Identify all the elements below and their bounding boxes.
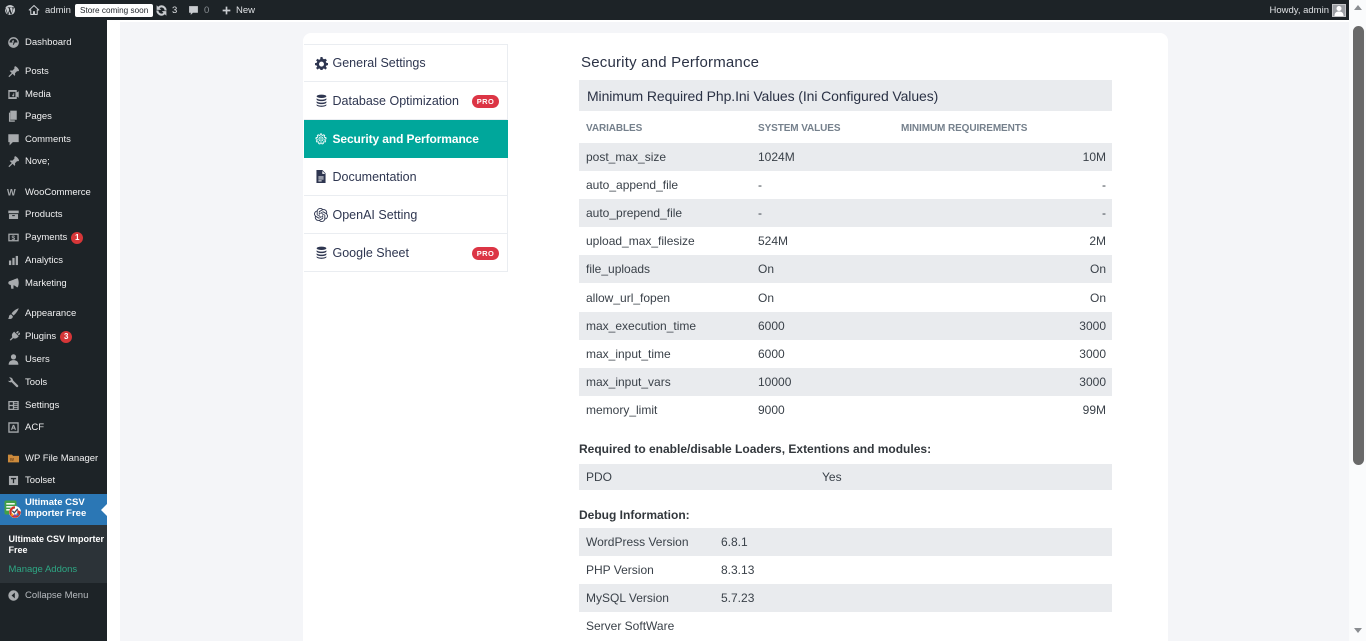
- svg-text:W: W: [7, 187, 16, 197]
- svg-text:$: $: [12, 235, 16, 242]
